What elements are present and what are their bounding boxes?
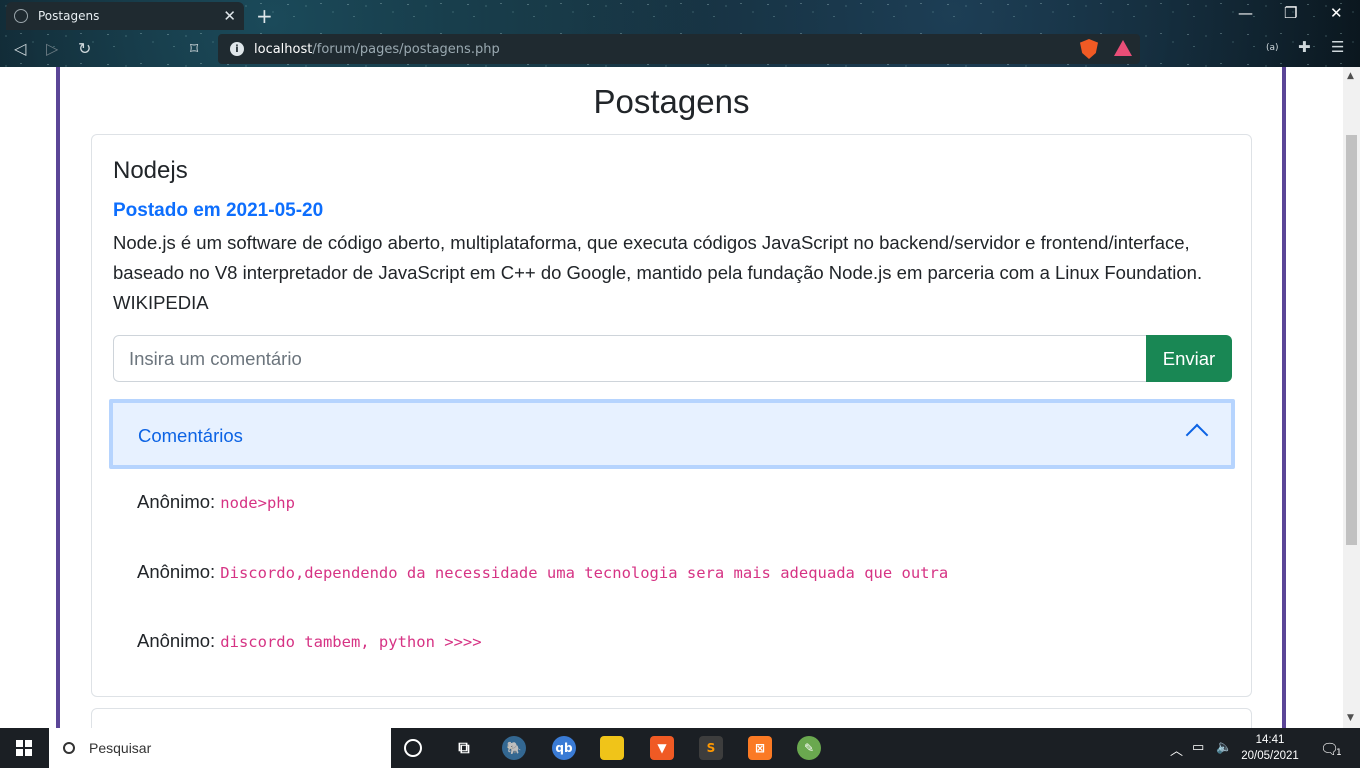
comment-item: Anônimo: node>php — [137, 491, 295, 513]
tab-close-icon[interactable]: ✕ — [223, 7, 236, 25]
qbittorrent-icon[interactable]: qb — [552, 736, 576, 760]
comment-item: Anônimo: Discordo,dependendo da necessid… — [137, 561, 948, 583]
postgresql-icon[interactable]: 🐘 — [502, 736, 526, 760]
task-view-icon[interactable]: ⧉ — [452, 736, 476, 760]
minimize-button[interactable]: — — [1238, 4, 1253, 22]
comment-text: node>php — [220, 494, 295, 512]
clock-date: 20/05/2021 — [1241, 750, 1299, 762]
browser-tab[interactable]: Postagens ✕ — [6, 2, 244, 30]
url-host: localhost — [254, 41, 313, 57]
next-post-card — [91, 708, 1252, 728]
brave-browser-icon[interactable]: ▼ — [650, 736, 674, 760]
comment-text: Discordo,dependendo da necessidade uma t… — [220, 564, 949, 582]
accordion-label: Comentários — [138, 425, 243, 446]
browser-chrome: Postagens ✕ + — ❐ ✕ ◁ ▷ ↻ ⌑ i localhost … — [0, 0, 1360, 67]
bookmark-icon[interactable]: ⌑ — [190, 39, 198, 58]
network-icon[interactable]: ▭ — [1192, 740, 1204, 755]
site-info-icon[interactable]: i — [230, 42, 244, 56]
xampp-icon[interactable]: ⊠ — [748, 736, 772, 760]
page-viewport: Postagens Nodejs Postado em 2021-05-20 N… — [0, 67, 1343, 728]
post-card: Nodejs Postado em 2021-05-20 Node.js é u… — [91, 134, 1252, 697]
clock-time: 14:41 — [1255, 734, 1285, 746]
new-tab-button[interactable]: + — [256, 4, 273, 28]
page-title: Postagens — [593, 83, 750, 120]
file-explorer-icon[interactable] — [600, 736, 624, 760]
send-button[interactable]: Enviar — [1146, 335, 1232, 382]
windows-start-icon[interactable] — [16, 740, 32, 756]
search-icon — [63, 742, 75, 754]
tray-chevron-icon[interactable]: ︿ — [1170, 740, 1183, 759]
reload-icon[interactable]: ↻ — [78, 39, 91, 58]
tab-title: Postagens — [38, 9, 100, 23]
comment-item: Anônimo: discordo tambem, python >>>> — [137, 630, 482, 652]
search-label: Pesquisar — [89, 740, 152, 756]
windows-taskbar: Pesquisar ⧉ 🐘 qb ▼ S ⊠ ✎ ︿ ▭ 🔈 14:41 20/… — [0, 728, 1360, 768]
comment-author: Anônimo: — [137, 561, 216, 582]
container-border-left — [56, 67, 60, 728]
maximize-button[interactable]: ❐ — [1284, 4, 1297, 22]
comment-author: Anônimo: — [137, 630, 216, 651]
scroll-thumb[interactable] — [1346, 135, 1357, 545]
paint-icon[interactable]: ✎ — [797, 736, 821, 760]
back-icon[interactable]: ◁ — [14, 39, 26, 58]
taskbar-search[interactable]: Pesquisar — [49, 728, 391, 768]
taskbar-clock[interactable]: 14:41 20/05/2021 — [1240, 732, 1300, 764]
comment-text: discordo tambem, python >>>> — [220, 633, 482, 651]
comments-accordion-header[interactable]: Comentários — [109, 399, 1235, 469]
scroll-down-icon[interactable]: ▼ — [1347, 713, 1354, 723]
browser-toolbar: ◁ ▷ ↻ ⌑ i localhost /forum/pages/postage… — [0, 31, 1360, 67]
volume-icon[interactable]: 🔈 — [1216, 740, 1232, 755]
comment-author: Anônimo: — [137, 491, 216, 512]
url-path: /forum/pages/postagens.php — [312, 41, 500, 57]
cortana-icon[interactable] — [404, 739, 422, 757]
sublime-text-icon[interactable]: S — [699, 736, 723, 760]
brave-rewards-icon[interactable] — [1114, 40, 1132, 56]
notification-count: 1 — [1336, 748, 1342, 758]
menu-icon[interactable]: ☰ — [1331, 38, 1344, 56]
scroll-up-icon[interactable]: ▲ — [1347, 71, 1354, 81]
container-border-right — [1282, 67, 1286, 728]
post-body: Node.js é um software de código aberto, … — [113, 232, 1203, 313]
globe-icon — [14, 9, 28, 23]
chevron-up-icon — [1185, 423, 1209, 447]
close-window-button[interactable]: ✕ — [1330, 4, 1343, 22]
extension-icon[interactable]: (a) — [1266, 43, 1279, 53]
post-date: Postado em 2021-05-20 — [113, 200, 324, 221]
address-bar[interactable]: i localhost /forum/pages/postagens.php — [218, 34, 1140, 64]
post-title: Nodejs — [113, 157, 188, 184]
page-scrollbar[interactable]: ▲ ▼ — [1343, 67, 1360, 728]
extensions-puzzle-icon[interactable]: ✚ — [1298, 38, 1311, 56]
comment-input[interactable] — [113, 335, 1147, 382]
forward-icon[interactable]: ▷ — [46, 39, 58, 58]
